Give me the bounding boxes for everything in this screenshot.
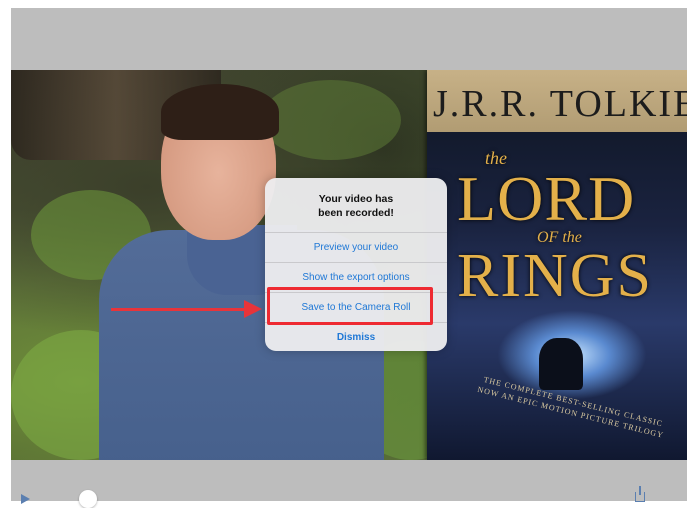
alert-title-line: been recorded! [318, 207, 394, 219]
recording-complete-alert: Your video has been recorded! Preview yo… [265, 178, 447, 351]
book-author-band: J.R.R. TOLKIEN [427, 70, 687, 132]
book-title-lord: LORD [457, 163, 636, 234]
book-title-rings: RINGS [457, 242, 654, 310]
preview-video-button[interactable]: Preview your video [265, 232, 447, 262]
book-cover: J.R.R. TOLKIEN the LORD OF the RINGS THE… [427, 70, 687, 460]
book-author: J.R.R. TOLKIEN [433, 83, 687, 125]
foliage [261, 80, 401, 160]
dismiss-button[interactable]: Dismiss [265, 322, 447, 351]
highlight-box [267, 287, 433, 325]
book-title: the LORD OF the RINGS [457, 148, 687, 310]
play-icon[interactable] [21, 494, 30, 504]
playback-toolbar [11, 478, 687, 508]
pointer-arrow-line [111, 308, 246, 311]
book-rider-silhouette [539, 338, 583, 390]
alert-title-line: Your video has [318, 193, 394, 205]
scrubber-knob[interactable] [79, 490, 97, 508]
boy-hair [161, 84, 279, 140]
alert-title: Your video has been recorded! [265, 192, 447, 220]
pointer-arrow-head [244, 300, 262, 318]
